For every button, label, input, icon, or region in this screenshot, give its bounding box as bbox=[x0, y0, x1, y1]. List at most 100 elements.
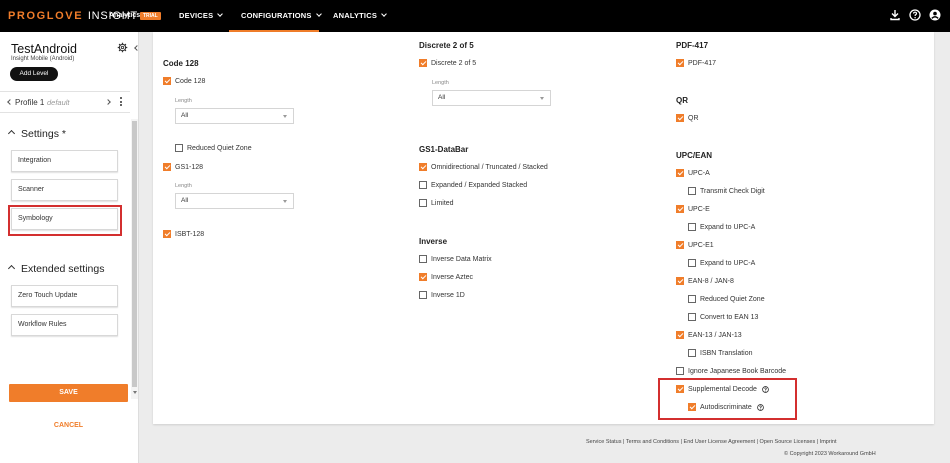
discrete-2of5-label: Discrete 2 of 5 bbox=[431, 60, 477, 67]
gs1-128-checkbox[interactable]: GS1-128 bbox=[163, 163, 203, 172]
gs1-128-label: GS1-128 bbox=[175, 164, 204, 171]
project-subtitle: Insight Mobile (Android) bbox=[11, 56, 75, 62]
add-level-button[interactable]: Add Level bbox=[10, 67, 58, 81]
nav-configurations[interactable]: CONFIGURATIONS bbox=[241, 11, 322, 20]
checkbox-unchecked-icon bbox=[688, 295, 696, 303]
chevron-up-icon bbox=[7, 129, 16, 138]
gear-icon[interactable] bbox=[117, 42, 128, 53]
nav-scanner[interactable]: Scanner bbox=[11, 179, 118, 201]
chevron-right-icon[interactable] bbox=[105, 99, 111, 105]
upc-a-checkbox[interactable]: UPC-A bbox=[676, 169, 710, 178]
upc-e1-expand-checkbox[interactable]: Expand to UPC-A bbox=[688, 259, 755, 268]
nav-analytics-label: ANALYTICS bbox=[333, 11, 378, 20]
upc-a-label: UPC-A bbox=[688, 170, 710, 177]
ignore-japanese-book-barcode-checkbox[interactable]: Ignore Japanese Book Barcode bbox=[676, 367, 786, 376]
project-title: TestAndroid bbox=[11, 42, 78, 56]
nav-devices[interactable]: DEVICES bbox=[179, 11, 224, 20]
inverse-aztec-label: Inverse Aztec bbox=[431, 274, 474, 281]
databar-limited-checkbox[interactable]: Limited bbox=[419, 199, 454, 208]
collapse-sidebar-icon[interactable] bbox=[134, 45, 140, 51]
chevron-up-icon bbox=[7, 264, 16, 273]
ean-8-checkbox[interactable]: EAN-8 / JAN-8 bbox=[676, 277, 734, 286]
upc-e1-checkbox[interactable]: UPC-E1 bbox=[676, 241, 714, 250]
chevron-left-icon[interactable] bbox=[7, 99, 13, 105]
scroll-down-arrow-icon[interactable] bbox=[133, 391, 137, 394]
convert-to-ean13-checkbox[interactable]: Convert to EAN 13 bbox=[688, 313, 758, 322]
checkbox-unchecked-icon bbox=[419, 181, 427, 189]
upc-e1-label: UPC-E1 bbox=[688, 242, 714, 249]
profile-name: Profile 1 bbox=[15, 98, 45, 107]
dropdown-arrow-icon bbox=[540, 97, 544, 100]
pdf417-checkbox[interactable]: PDF-417 bbox=[676, 59, 716, 68]
nav-integration[interactable]: Integration bbox=[11, 150, 118, 172]
settings-section-header[interactable]: Settings * bbox=[7, 128, 66, 140]
inverse-data-matrix-label: Inverse Data Matrix bbox=[431, 256, 492, 263]
select-value: All bbox=[181, 197, 189, 204]
inverse-aztec-checkbox[interactable]: Inverse Aztec bbox=[419, 273, 473, 282]
discrete-2of5-checkbox[interactable]: Discrete 2 of 5 bbox=[419, 59, 476, 68]
inverse-title: Inverse bbox=[419, 237, 448, 246]
dropdown-arrow-icon bbox=[283, 200, 287, 203]
product-name: Analytics bbox=[109, 12, 141, 19]
checkbox-checked-icon bbox=[163, 230, 171, 238]
nav-devices-label: DEVICES bbox=[179, 11, 214, 20]
help-icon[interactable] bbox=[909, 9, 921, 21]
databar-expanded-checkbox[interactable]: Expanded / Expanded Stacked bbox=[419, 181, 527, 190]
checkbox-unchecked-icon bbox=[419, 255, 427, 263]
discrete-2of5-title: Discrete 2 of 5 bbox=[419, 41, 474, 50]
checkbox-checked-icon bbox=[676, 114, 684, 122]
reduced-quiet-zone-label: Reduced Quiet Zone bbox=[187, 145, 252, 152]
nav-zero-touch-update[interactable]: Zero Touch Update bbox=[11, 285, 118, 307]
gs1-databar-title: GS1-DataBar bbox=[419, 145, 469, 154]
footer-links[interactable]: Service Status | Terms and Conditions | … bbox=[586, 439, 837, 445]
more-options-icon[interactable] bbox=[120, 97, 123, 108]
gs1-128-length-select[interactable]: All bbox=[175, 193, 294, 209]
download-icon[interactable] bbox=[889, 9, 901, 21]
isbt-128-label: ISBT-128 bbox=[175, 231, 205, 238]
extended-settings-header[interactable]: Extended settings bbox=[7, 263, 104, 275]
upc-e-checkbox[interactable]: UPC-E bbox=[676, 205, 710, 214]
transmit-check-digit-checkbox[interactable]: Transmit Check Digit bbox=[688, 187, 765, 196]
ean-8-reduced-quiet-zone-checkbox[interactable]: Reduced Quiet Zone bbox=[688, 295, 765, 304]
nav-analytics[interactable]: ANALYTICS bbox=[333, 11, 387, 20]
checkbox-checked-icon bbox=[676, 59, 684, 67]
isbt-128-checkbox[interactable]: ISBT-128 bbox=[163, 230, 204, 239]
convert-to-ean13-label: Convert to EAN 13 bbox=[700, 314, 759, 321]
checkbox-unchecked-icon bbox=[688, 349, 696, 357]
cancel-button[interactable]: CANCEL bbox=[9, 418, 128, 434]
nav-workflow-rules[interactable]: Workflow Rules bbox=[11, 314, 118, 336]
qr-title: QR bbox=[676, 96, 688, 105]
checkbox-checked-icon bbox=[676, 241, 684, 249]
transmit-check-digit-label: Transmit Check Digit bbox=[700, 188, 765, 195]
scrollbar-thumb[interactable] bbox=[132, 121, 137, 387]
checkbox-unchecked-icon bbox=[419, 291, 427, 299]
ean-8-reduced-quiet-zone-label: Reduced Quiet Zone bbox=[700, 296, 765, 303]
ean-13-checkbox[interactable]: EAN-13 / JAN-13 bbox=[676, 331, 742, 340]
databar-omni-checkbox[interactable]: Omnidirectional / Truncated / Stacked bbox=[419, 163, 548, 172]
inverse-1d-checkbox[interactable]: Inverse 1D bbox=[419, 291, 465, 300]
nav-configurations-label: CONFIGURATIONS bbox=[241, 11, 312, 20]
reduced-quiet-zone-checkbox[interactable]: Reduced Quiet Zone bbox=[175, 144, 252, 153]
account-icon[interactable] bbox=[929, 9, 941, 21]
ignore-japanese-book-barcode-label: Ignore Japanese Book Barcode bbox=[688, 368, 787, 375]
pdf417-label: PDF-417 bbox=[688, 60, 717, 67]
upc-ean-title: UPC/EAN bbox=[676, 151, 713, 160]
isbn-translation-checkbox[interactable]: ISBN Translation bbox=[688, 349, 753, 358]
upc-e-expand-checkbox[interactable]: Expand to UPC-A bbox=[688, 223, 755, 232]
profile-default-tag: default bbox=[47, 98, 70, 107]
inverse-data-matrix-checkbox[interactable]: Inverse Data Matrix bbox=[419, 255, 492, 264]
code128-checkbox[interactable]: Code 128 bbox=[163, 77, 205, 86]
checkbox-unchecked-icon bbox=[175, 144, 183, 152]
databar-limited-label: Limited bbox=[431, 200, 454, 207]
discrete-length-select[interactable]: All bbox=[432, 90, 551, 106]
checkbox-checked-icon bbox=[419, 59, 427, 67]
qr-checkbox[interactable]: QR bbox=[676, 114, 699, 123]
save-button[interactable]: SAVE bbox=[9, 384, 128, 402]
chevron-down-icon bbox=[217, 11, 224, 17]
checkbox-unchecked-icon bbox=[688, 259, 696, 267]
ean-8-label: EAN-8 / JAN-8 bbox=[688, 278, 734, 285]
checkbox-checked-icon bbox=[676, 331, 684, 339]
sidebar-scrollbar[interactable] bbox=[131, 119, 138, 399]
code128-length-select[interactable]: All bbox=[175, 108, 294, 124]
qr-label: QR bbox=[688, 115, 699, 122]
